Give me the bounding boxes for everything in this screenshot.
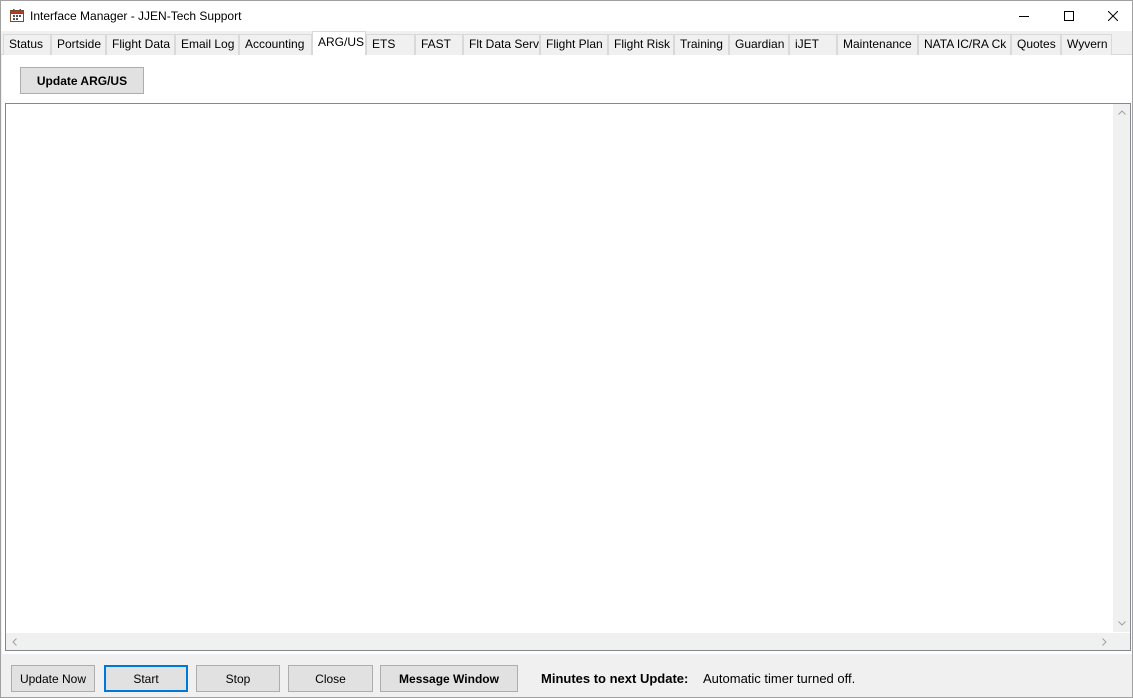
tab-arg-us[interactable]: ARG/US	[312, 31, 366, 55]
tab-flight-risk[interactable]: Flight Risk	[608, 34, 674, 55]
tab-training[interactable]: Training	[674, 34, 729, 55]
vertical-scrollbar[interactable]	[1113, 104, 1130, 632]
minutes-to-next-update-label: Minutes to next Update:	[541, 671, 689, 686]
app-window: Interface Manager - JJEN-Tech Support St…	[0, 0, 1133, 698]
stop-button[interactable]: Stop	[196, 665, 280, 692]
calendar-app-icon[interactable]	[10, 9, 24, 22]
tab-guardian[interactable]: Guardian	[729, 34, 789, 55]
tab-maintenance[interactable]: Maintenance	[837, 34, 918, 55]
tab-ijet[interactable]: iJET	[789, 34, 837, 55]
minimize-icon	[1019, 16, 1029, 17]
tab-portside[interactable]: Portside	[51, 34, 106, 55]
tab-nata-ic-ra-ck[interactable]: NATA IC/RA Ck	[918, 34, 1011, 55]
tab-quotes[interactable]: Quotes	[1011, 34, 1061, 55]
arg-us-tab-page: Update ARG/US	[2, 55, 1132, 654]
tab-flight-data[interactable]: Flight Data	[106, 34, 175, 55]
scroll-left-icon[interactable]	[6, 633, 23, 650]
tab-flight-plan[interactable]: Flight Plan	[540, 34, 608, 55]
start-button[interactable]: Start	[104, 665, 188, 692]
scroll-right-icon[interactable]	[1096, 633, 1113, 650]
window-title: Interface Manager - JJEN-Tech Support	[30, 9, 242, 23]
tab-fast[interactable]: FAST	[415, 34, 463, 55]
horizontal-scrollbar[interactable]	[6, 633, 1113, 650]
tab-flt-data-serv[interactable]: Flt Data Serv	[463, 34, 540, 55]
minimize-button[interactable]	[1001, 1, 1047, 31]
scroll-up-icon[interactable]	[1113, 104, 1130, 121]
tab-wyvern[interactable]: Wyvern	[1061, 34, 1112, 55]
message-window-button[interactable]: Message Window	[380, 665, 518, 692]
update-now-button[interactable]: Update Now	[11, 665, 95, 692]
scroll-corner	[1113, 633, 1130, 650]
scroll-down-icon[interactable]	[1113, 615, 1130, 632]
tab-accounting[interactable]: Accounting	[239, 34, 312, 55]
update-arg-us-button[interactable]: Update ARG/US	[20, 67, 144, 94]
tab-email-log[interactable]: Email Log	[175, 34, 239, 55]
tab-status[interactable]: Status	[3, 34, 51, 55]
bottom-toolbar: Update Now Start Stop Close Message Wind…	[1, 657, 1132, 697]
title-bar[interactable]: Interface Manager - JJEN-Tech Support	[1, 1, 1132, 31]
tab-strip: Status Portside Flight Data Email Log Ac…	[1, 31, 1132, 55]
timer-status-text: Automatic timer turned off.	[703, 671, 856, 686]
maximize-button[interactable]	[1046, 1, 1092, 31]
close-window-button[interactable]	[1090, 1, 1133, 31]
tab-ets[interactable]: ETS	[366, 34, 415, 55]
maximize-icon	[1064, 11, 1074, 21]
close-button[interactable]: Close	[288, 665, 373, 692]
log-text-area[interactable]	[5, 103, 1131, 651]
close-icon	[1108, 11, 1118, 21]
